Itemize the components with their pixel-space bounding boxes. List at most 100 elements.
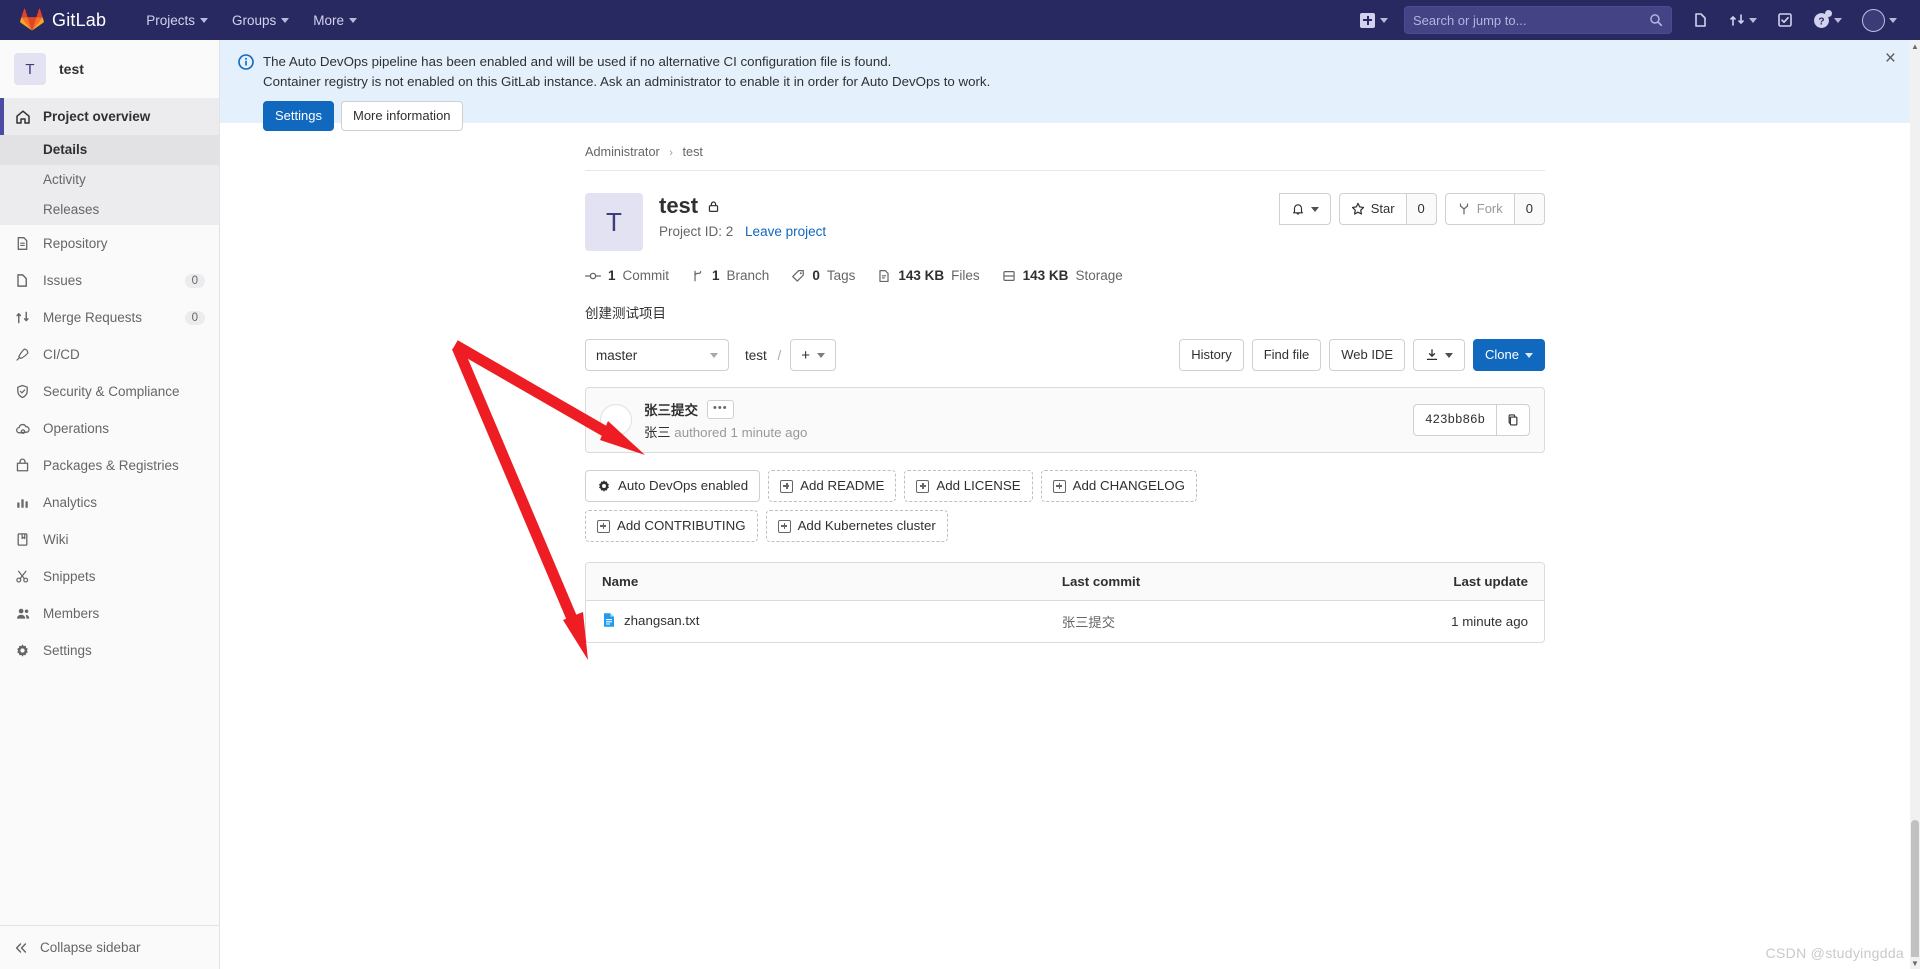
sidebar-item-wiki[interactable]: Wiki — [0, 521, 219, 558]
close-icon[interactable]: × — [1885, 49, 1896, 68]
merge-requests-nav-button[interactable] — [1720, 5, 1766, 35]
download-source-code-button[interactable] — [1413, 339, 1466, 371]
nav-projects[interactable]: Projects — [136, 4, 218, 37]
user-menu-button[interactable] — [1853, 2, 1906, 39]
sidebar-subitem-activity[interactable]: Activity — [0, 165, 219, 195]
todos-nav-button[interactable] — [1768, 5, 1802, 35]
scroll-up-arrow-icon[interactable]: ▲ — [1910, 40, 1920, 52]
sidebar-item-packages-registries[interactable]: Packages & Registries — [0, 447, 219, 484]
sidebar-item-analytics[interactable]: Analytics — [0, 484, 219, 521]
auto-devops-enabled-button[interactable]: Auto DevOps enabled — [585, 470, 761, 502]
leave-project-link[interactable]: Leave project — [745, 224, 826, 239]
nav-groups[interactable]: Groups — [222, 4, 299, 37]
lock-icon — [708, 200, 719, 212]
page-scrollbar[interactable]: ▲ ▼ — [1910, 40, 1920, 969]
top-nav-links: Projects Groups More — [136, 4, 367, 37]
sidebar-subitem-releases[interactable]: Releases — [0, 195, 219, 225]
chevron-down-icon — [1380, 17, 1388, 23]
add-readme-button[interactable]: Add README — [768, 470, 897, 502]
stat-commits-value: 1 — [608, 268, 616, 283]
column-header-last-commit: Last commit — [1045, 563, 1401, 601]
notification-bell-button[interactable] — [1278, 193, 1331, 225]
sidebar-item-merge-requests[interactable]: Merge Requests 0 — [0, 299, 219, 336]
help-nav-button[interactable]: ? — [1804, 5, 1851, 36]
gitlab-logo[interactable]: GitLab — [20, 8, 106, 32]
branch-selector[interactable]: master — [585, 339, 729, 371]
file-name-cell: zhangsan.txt — [586, 601, 1046, 643]
stat-branches[interactable]: 1 Branch — [691, 268, 769, 283]
top-navigation-bar: GitLab Projects Groups More Search or ju… — [0, 0, 1920, 40]
sidebar-item-snippets-label: Snippets — [43, 569, 96, 584]
web-ide-button[interactable]: Web IDE — [1329, 339, 1406, 371]
path-separator: / — [777, 347, 782, 363]
clone-button[interactable]: Clone — [1473, 339, 1545, 371]
sidebar-item-issues-label: Issues — [43, 273, 83, 288]
add-license-button[interactable]: Add LICENSE — [904, 470, 1033, 502]
search-input[interactable] — [1413, 12, 1649, 28]
sidebar-item-snippets[interactable]: Snippets — [0, 558, 219, 595]
sidebar-item-security-compliance[interactable]: Security & Compliance — [0, 373, 219, 410]
commit-byline: 张三 authored 1 minute ago — [644, 422, 807, 441]
commit-author-link[interactable]: 张三 — [644, 425, 671, 440]
sidebar-item-members[interactable]: Members — [0, 595, 219, 632]
file-last-commit-link[interactable]: 张三提交 — [1062, 615, 1115, 630]
cloud-gear-icon — [14, 421, 31, 437]
sidebar-item-repository[interactable]: Repository — [0, 225, 219, 262]
commit-sha: 423bb86b — [1412, 404, 1496, 436]
project-sidebar: T test Project overview Details Activity… — [0, 40, 220, 969]
add-changelog-button[interactable]: Add CHANGELOG — [1040, 470, 1197, 502]
sidebar-project-header[interactable]: T test — [0, 40, 219, 98]
issues-nav-button[interactable] — [1684, 5, 1718, 35]
stat-tags-value: 0 — [812, 268, 820, 283]
scroll-down-arrow-icon[interactable]: ▼ — [1910, 957, 1920, 969]
commit-message-link[interactable]: 张三提交 — [644, 399, 698, 419]
breadcrumb-owner[interactable]: Administrator — [585, 145, 660, 159]
collapse-sidebar-label: Collapse sidebar — [40, 940, 141, 955]
stat-commits-label: Commit — [622, 268, 670, 283]
project-description: 创建测试项目 — [585, 306, 666, 321]
sidebar-group-project-overview: Project overview Details Activity Releas… — [0, 98, 219, 225]
sidebar-item-ci-cd[interactable]: CI/CD — [0, 336, 219, 373]
sidebar-item-operations[interactable]: Operations — [0, 410, 219, 447]
global-search-box[interactable] — [1404, 6, 1672, 34]
project-meta: Project ID: 2 Leave project — [659, 224, 826, 239]
sidebar-project-avatar: T — [14, 53, 46, 85]
stat-tags-label: Tags — [826, 268, 856, 283]
sidebar-item-project-overview[interactable]: Project overview — [0, 98, 219, 135]
plus-box-icon — [597, 519, 610, 533]
copy-sha-button[interactable] — [1496, 404, 1530, 436]
sidebar-item-settings[interactable]: Settings — [0, 632, 219, 669]
path-root-link[interactable]: test — [745, 348, 767, 363]
scrollbar-thumb[interactable] — [1911, 820, 1919, 965]
add-contributing-button[interactable]: Add CONTRIBUTING — [585, 510, 758, 542]
breadcrumb-project[interactable]: test — [682, 145, 702, 159]
commit-title-row: 张三提交 ••• — [644, 399, 807, 419]
sidebar-item-security-compliance-label: Security & Compliance — [43, 384, 180, 399]
history-button[interactable]: History — [1179, 339, 1244, 371]
repository-path-breadcrumb: test / — [745, 348, 788, 363]
clone-button-label: Clone — [1485, 347, 1519, 362]
column-header-name: Name — [586, 563, 1046, 601]
create-new-button[interactable] — [1352, 7, 1396, 34]
collapse-sidebar-button[interactable]: Collapse sidebar — [0, 925, 219, 969]
stat-files: 143 KB Files — [877, 268, 980, 283]
fork-button[interactable]: Fork — [1444, 193, 1514, 225]
chevron-down-icon — [349, 17, 358, 23]
file-link[interactable]: zhangsan.txt — [602, 612, 699, 628]
add-kubernetes-cluster-button[interactable]: Add Kubernetes cluster — [765, 510, 948, 542]
add-license-label: Add LICENSE — [936, 478, 1021, 493]
star-button[interactable]: Star — [1338, 193, 1406, 225]
file-text-icon — [604, 613, 614, 627]
sidebar-subitem-details[interactable]: Details — [0, 135, 219, 165]
stat-tags[interactable]: 0 Tags — [791, 268, 855, 283]
table-row[interactable]: zhangsan.txt 张三提交 1 minute ago — [586, 601, 1544, 643]
stat-storage: 143 KB Storage — [1002, 268, 1123, 283]
commit-expand-button[interactable]: ••• — [707, 399, 734, 419]
find-file-button[interactable]: Find file — [1251, 339, 1322, 371]
add-to-repository-dropdown[interactable]: + — [790, 339, 837, 371]
stat-commits[interactable]: 1 Commit — [585, 268, 669, 283]
sidebar-item-issues[interactable]: Issues 0 — [0, 262, 219, 299]
sidebar-item-merge-requests-label: Merge Requests — [43, 310, 143, 325]
commit-sha-group: 423bb86b — [1412, 404, 1530, 436]
nav-more[interactable]: More — [303, 4, 367, 37]
